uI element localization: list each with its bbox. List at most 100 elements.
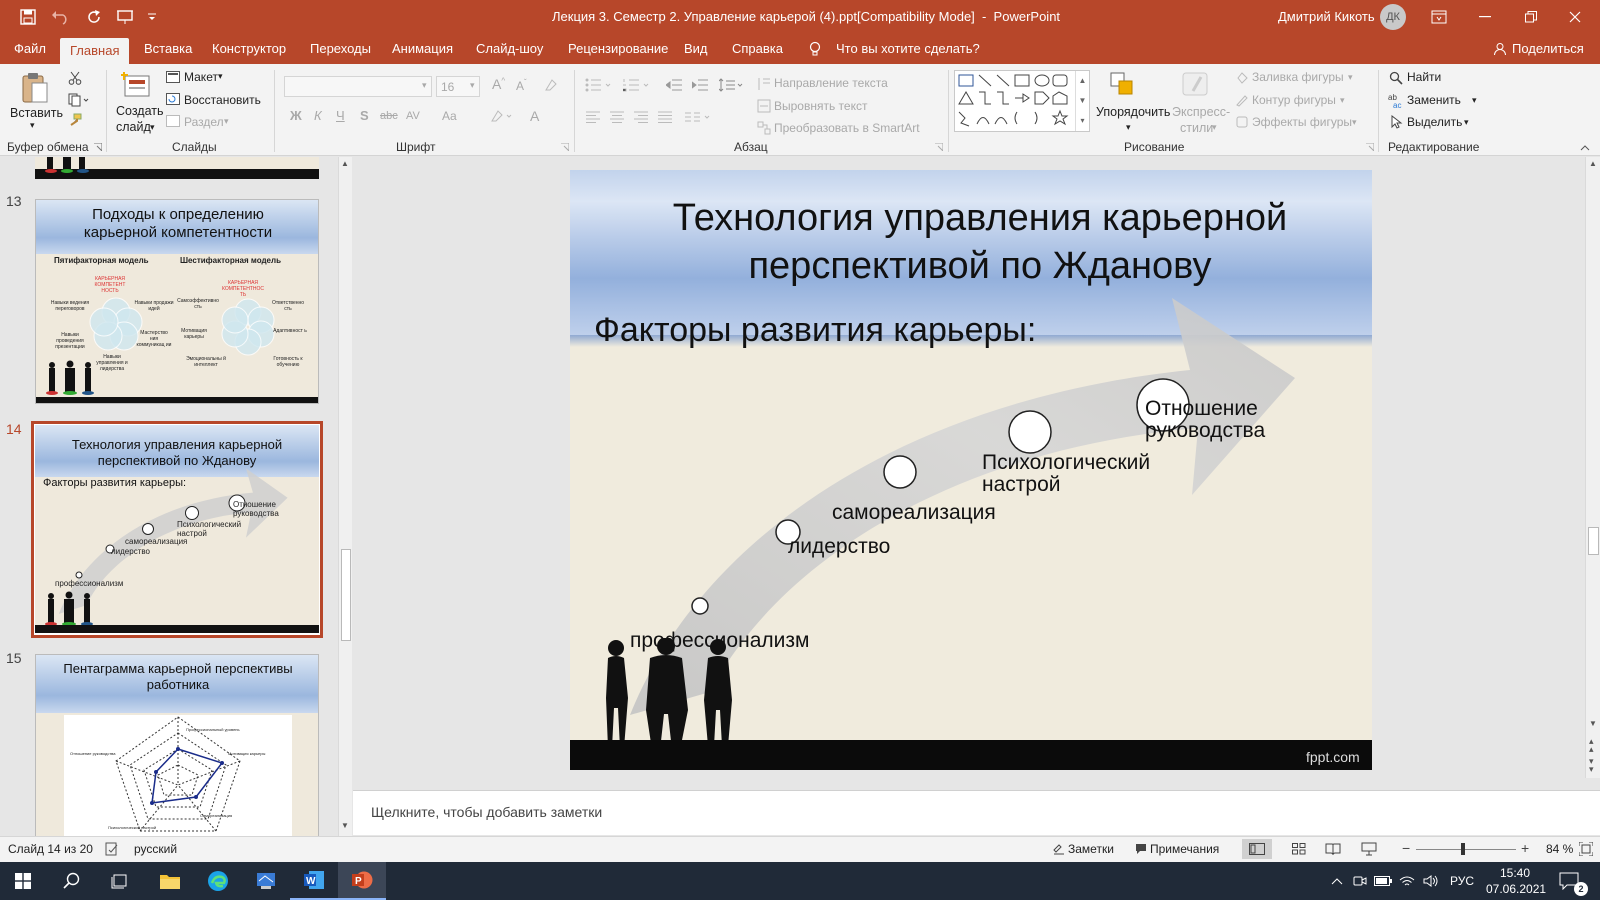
- align-center-icon[interactable]: [608, 110, 626, 124]
- shadow-button[interactable]: S: [360, 108, 369, 123]
- convert-smartart-button[interactable]: Преобразовать в SmartArt: [774, 121, 920, 135]
- notes-pane[interactable]: Щелкните, чтобы добавить заметки: [353, 790, 1600, 835]
- shrink-font-button[interactable]: Aˇ: [516, 78, 527, 93]
- shape-outline-button[interactable]: Контур фигуры: [1252, 93, 1336, 107]
- slideshow-view-icon[interactable]: [1354, 839, 1384, 859]
- scroll-up-arrow[interactable]: ▲: [341, 159, 349, 168]
- layout-arrow[interactable]: ▾: [218, 71, 223, 82]
- slide-thumbnail-13[interactable]: Подходы к определению карьерной компетен…: [35, 199, 319, 404]
- minimize-icon[interactable]: [1470, 7, 1500, 27]
- section-arrow[interactable]: ▾: [224, 116, 229, 127]
- save-icon[interactable]: [18, 8, 38, 26]
- scroll-down-arrow[interactable]: ▼: [1589, 719, 1597, 728]
- format-painter-icon[interactable]: [66, 112, 84, 128]
- justify-icon[interactable]: [656, 110, 674, 124]
- grow-font-button[interactable]: A^: [492, 76, 505, 92]
- new-slide-arrow[interactable]: ▾: [150, 122, 155, 133]
- quick-styles-arrow[interactable]: ▾: [1212, 122, 1217, 133]
- select-button[interactable]: Выделить: [1407, 115, 1462, 129]
- bullets-icon[interactable]: [584, 76, 614, 94]
- clipboard-launcher-icon[interactable]: [93, 142, 103, 152]
- redo-icon[interactable]: [84, 8, 104, 26]
- shape-effects-button[interactable]: Эффекты фигуры: [1252, 115, 1352, 129]
- clear-formatting-icon[interactable]: [542, 76, 560, 94]
- spellcheck-icon[interactable]: [104, 841, 120, 857]
- scroll-up-arrow[interactable]: ▲: [1589, 159, 1597, 168]
- factor-label-management-attitude[interactable]: Отношение руководства: [1145, 397, 1295, 442]
- user-name[interactable]: Дмитрий Кикоть: [1278, 9, 1375, 24]
- current-slide[interactable]: Технология управления карьерной перспект…: [570, 170, 1372, 770]
- tab-home[interactable]: Главная: [60, 38, 130, 64]
- font-launcher-icon[interactable]: [560, 142, 570, 152]
- zoom-in-button[interactable]: +: [1521, 840, 1529, 856]
- notes-toggle-button[interactable]: Заметки: [1068, 842, 1114, 856]
- tab-review[interactable]: Рецензирование: [558, 34, 678, 64]
- paste-icon[interactable]: [18, 70, 52, 106]
- font-name-input[interactable]: [284, 76, 432, 97]
- arrange-button[interactable]: Упорядочить: [1096, 105, 1170, 119]
- char-spacing-button[interactable]: AV: [406, 110, 420, 122]
- volume-icon[interactable]: [1420, 862, 1442, 900]
- arrange-icon[interactable]: [1108, 70, 1138, 100]
- present-icon[interactable]: [114, 8, 136, 26]
- quick-styles-button-line2[interactable]: стили: [1180, 121, 1213, 135]
- zoom-level[interactable]: 84 %: [1546, 842, 1573, 856]
- clock-date[interactable]: 07.06.2021: [1486, 882, 1546, 896]
- search-icon[interactable]: [48, 862, 96, 900]
- zoom-out-button[interactable]: −: [1402, 840, 1410, 856]
- meet-now-icon[interactable]: [1350, 862, 1370, 900]
- share-button[interactable]: Поделиться: [1502, 34, 1594, 64]
- shapes-gallery[interactable]: ▲ ▼ ▾: [954, 70, 1090, 132]
- input-language-indicator[interactable]: РУС: [1450, 874, 1474, 888]
- factor-label-leadership[interactable]: лидерство: [788, 535, 890, 558]
- increase-indent-icon[interactable]: [690, 76, 710, 94]
- language-indicator[interactable]: русский: [134, 842, 177, 856]
- wifi-icon[interactable]: [1396, 862, 1418, 900]
- bold-button[interactable]: Ж: [290, 108, 302, 123]
- tab-animations[interactable]: Анимация: [382, 34, 463, 64]
- replace-button[interactable]: Заменить: [1407, 93, 1461, 107]
- replace-arrow[interactable]: ▾: [1472, 95, 1477, 106]
- layout-button[interactable]: Макет: [184, 70, 218, 84]
- section-button[interactable]: Раздел: [184, 115, 224, 129]
- thumbnail-panel-scrollbar[interactable]: ▲ ▼: [338, 157, 352, 836]
- tab-file[interactable]: Файл: [4, 34, 56, 64]
- notes-placeholder[interactable]: Щелкните, чтобы добавить заметки: [371, 804, 602, 820]
- tab-design[interactable]: Конструктор: [202, 34, 296, 64]
- customize-toolbar-icon[interactable]: [146, 8, 158, 26]
- reading-view-icon[interactable]: [1318, 839, 1348, 859]
- clock-time[interactable]: 15:40: [1500, 866, 1530, 880]
- line-spacing-icon[interactable]: [718, 76, 746, 94]
- close-icon[interactable]: [1560, 7, 1590, 27]
- word-app-icon[interactable]: W: [290, 862, 338, 900]
- slide-thumbnail-14[interactable]: Технология управления карьерной перспект…: [35, 425, 319, 633]
- align-text-button[interactable]: Выровнять текст: [774, 99, 867, 113]
- paragraph-launcher-icon[interactable]: [934, 142, 944, 152]
- align-left-icon[interactable]: [584, 110, 602, 124]
- scroll-thumb[interactable]: [1588, 527, 1599, 555]
- new-slide-icon[interactable]: [120, 70, 152, 102]
- font-color-button[interactable]: A: [530, 108, 539, 124]
- app-icon[interactable]: [242, 862, 290, 900]
- normal-view-icon[interactable]: [1242, 839, 1272, 859]
- undo-icon[interactable]: [48, 8, 76, 26]
- quick-styles-icon[interactable]: [1180, 70, 1212, 100]
- shapes-gallery-scroll[interactable]: ▲ ▼ ▾: [1075, 71, 1089, 131]
- collapse-ribbon-icon[interactable]: [1578, 142, 1592, 154]
- next-slide-icon[interactable]: ▾ ▾: [1589, 757, 1594, 774]
- tab-help[interactable]: Справка: [722, 34, 793, 64]
- strikethrough-button[interactable]: abc: [380, 110, 398, 122]
- quick-styles-button[interactable]: Экспресс-: [1172, 105, 1230, 119]
- task-view-icon[interactable]: [96, 862, 144, 900]
- slide-sorter-icon[interactable]: [1284, 839, 1314, 859]
- tab-slideshow[interactable]: Слайд-шоу: [466, 34, 553, 64]
- restore-icon[interactable]: [1516, 7, 1546, 27]
- tab-view[interactable]: Вид: [674, 34, 718, 64]
- copy-icon[interactable]: [66, 92, 92, 108]
- zoom-slider-thumb[interactable]: [1461, 843, 1465, 855]
- factor-label-psychological-attitude[interactable]: Психологический настрой: [982, 451, 1182, 496]
- font-size-arrow[interactable]: ▾: [470, 80, 475, 91]
- shape-fill-arrow[interactable]: ▾: [1348, 72, 1353, 83]
- numbering-icon[interactable]: [622, 76, 652, 94]
- columns-icon[interactable]: [684, 110, 714, 124]
